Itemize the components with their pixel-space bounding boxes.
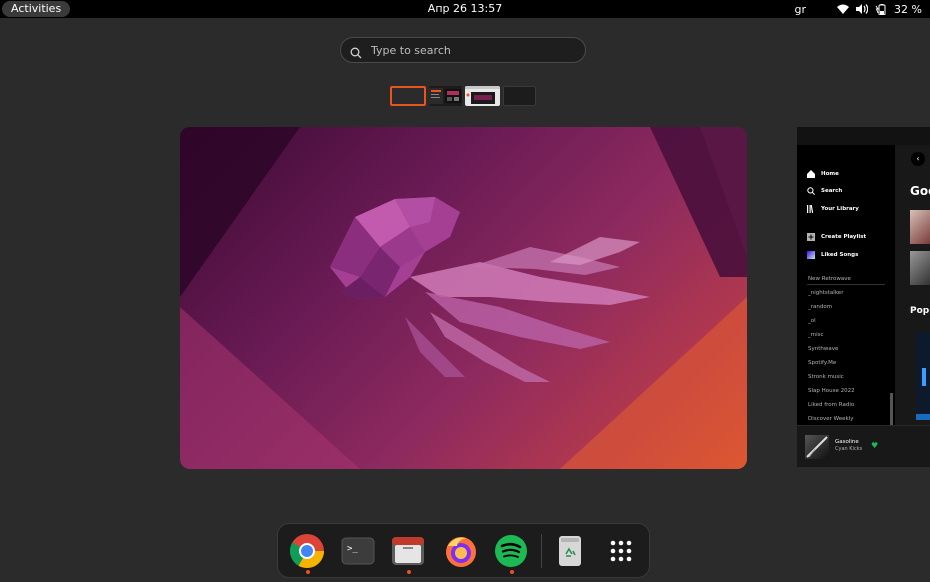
sidebar-item-label: Home: [821, 171, 839, 177]
trash-icon[interactable]: [553, 534, 587, 568]
window-titlebar[interactable]: [797, 127, 930, 146]
sidebar-item-label: Search: [821, 188, 843, 194]
playlist-item[interactable]: Stronk music: [808, 374, 844, 380]
system-tray[interactable]: gr 32 %: [795, 2, 922, 16]
now-playing-title[interactable]: Gasoline: [835, 439, 859, 445]
files-icon[interactable]: [391, 534, 425, 568]
chrome-icon[interactable]: [290, 534, 324, 568]
playlist-card[interactable]: [916, 332, 930, 420]
sidebar-item-label: Liked Songs: [821, 252, 859, 258]
playlist-item[interactable]: Discover Weekly: [808, 416, 854, 422]
back-button[interactable]: ‹: [911, 152, 925, 166]
battery-percent: 32 %: [894, 2, 922, 16]
playlist-item[interactable]: _ol: [808, 318, 816, 324]
sidebar-item-library[interactable]: Your Library: [807, 204, 859, 214]
svg-text:>_: >_: [347, 544, 358, 554]
running-indicator: [510, 570, 514, 574]
playlist-item[interactable]: Synthwave: [808, 346, 838, 352]
workspace-thumbnail-3[interactable]: [465, 86, 500, 106]
playlist-item[interactable]: New Retrowave: [808, 276, 851, 282]
album-thumbnail[interactable]: [910, 251, 930, 285]
playlist-item[interactable]: Liked from Radio: [808, 402, 854, 408]
app-grid-icon[interactable]: [604, 534, 638, 568]
terminal-icon[interactable]: >_: [341, 534, 375, 568]
top-bar: Activities Апр 26 13:57 gr 32 %: [0, 0, 930, 18]
sidebar-item-label: Create Playlist: [821, 234, 867, 240]
now-playing-cover[interactable]: [805, 435, 829, 459]
plus-icon: [807, 233, 815, 241]
workspace-thumbnail-1[interactable]: [390, 86, 426, 106]
sidebar-item-label: Your Library: [821, 206, 859, 212]
create-playlist-button[interactable]: Create Playlist: [807, 233, 866, 241]
home-icon: [807, 170, 815, 178]
playlist-item[interactable]: _nightstalker: [808, 290, 843, 296]
keyboard-layout-indicator[interactable]: gr: [795, 3, 807, 16]
wifi-icon: [837, 4, 850, 14]
search-icon: [807, 187, 815, 195]
now-playing-artist[interactable]: Cyan Kicks: [835, 446, 862, 452]
dock: >_: [277, 523, 650, 578]
workspace-thumbnail-4[interactable]: [503, 86, 536, 106]
heart-icon: [807, 251, 815, 259]
spotify-window-preview[interactable]: Home Search Your Library Create Playlist…: [797, 127, 930, 467]
spotify-icon[interactable]: [494, 534, 528, 568]
sidebar-item-home[interactable]: Home: [807, 170, 839, 178]
dock-separator: [541, 534, 542, 568]
workspace-thumbnail-2[interactable]: [429, 86, 462, 106]
spotify-sidebar: Home Search Your Library Create Playlist…: [797, 145, 895, 443]
heart-icon[interactable]: ♥: [871, 441, 878, 450]
search-icon: [350, 44, 362, 63]
section-heading: Popu: [910, 306, 930, 316]
running-indicator: [306, 570, 310, 574]
firefox-icon[interactable]: [444, 534, 478, 568]
liked-songs-button[interactable]: Liked Songs: [807, 251, 858, 259]
greeting-heading: Goo: [910, 184, 930, 198]
clock[interactable]: Апр 26 13:57: [0, 2, 930, 16]
playlist-item[interactable]: Spotify.Me: [808, 360, 836, 366]
album-thumbnail[interactable]: [910, 210, 930, 244]
jellyfish-wallpaper: [180, 127, 747, 469]
workspace-preview-desktop[interactable]: [180, 127, 747, 469]
playlist-item[interactable]: _random: [808, 304, 832, 310]
search-bar[interactable]: [340, 37, 586, 63]
now-playing-bar: Gasoline Cyan Kicks ♥: [797, 425, 930, 467]
volume-icon: [856, 4, 869, 14]
sidebar-item-search[interactable]: Search: [807, 187, 842, 195]
search-input[interactable]: [371, 40, 571, 60]
playlist-item[interactable]: Slap House 2022: [808, 388, 855, 394]
playlist-item[interactable]: _misc: [808, 332, 824, 338]
library-icon: [807, 204, 815, 214]
battery-charging-icon: [875, 3, 887, 15]
running-indicator: [407, 570, 411, 574]
sidebar-divider: [807, 284, 885, 285]
